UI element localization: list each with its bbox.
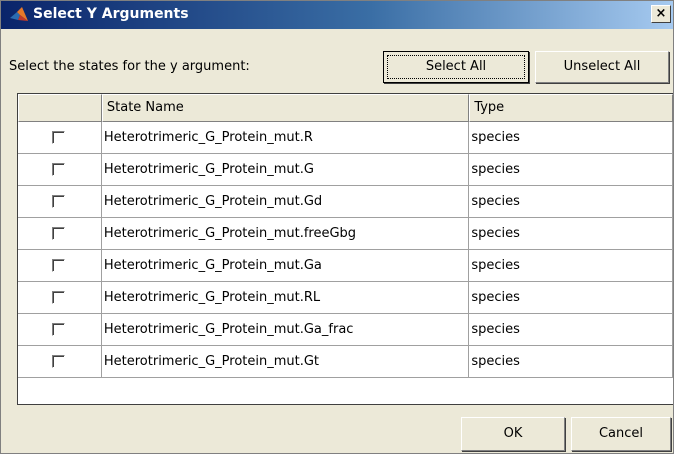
type-cell: species <box>469 154 673 186</box>
row-checkbox[interactable] <box>52 259 65 272</box>
state-name-cell: Heterotrimeric_G_Protein_mut.Ga <box>101 250 470 282</box>
row-checkbox[interactable] <box>52 355 65 368</box>
close-icon[interactable]: × <box>651 5 671 23</box>
table-row[interactable]: Heterotrimeric_G_Protein_mut.Ga_frac spe… <box>18 314 673 346</box>
table-header: State Name Type <box>18 94 673 122</box>
prompt-label: Select the states for the y argument: <box>9 59 250 74</box>
type-cell: species <box>469 218 673 250</box>
state-name-cell: Heterotrimeric_G_Protein_mut.freeGbg <box>101 218 470 250</box>
dialog-window: Select Y Arguments × Select the states f… <box>0 0 674 454</box>
cancel-button[interactable]: Cancel <box>571 417 671 451</box>
type-cell: species <box>469 314 673 346</box>
table-row[interactable]: Heterotrimeric_G_Protein_mut.RL species <box>18 282 673 314</box>
row-checkbox[interactable] <box>52 323 65 336</box>
title-bar[interactable]: Select Y Arguments × <box>1 1 673 29</box>
column-header-type[interactable]: Type <box>469 94 673 122</box>
state-name-cell: Heterotrimeric_G_Protein_mut.Gt <box>101 346 470 378</box>
table-row[interactable]: Heterotrimeric_G_Protein_mut.R species <box>18 122 673 154</box>
select-all-button[interactable]: Select All <box>383 51 529 83</box>
state-name-cell: Heterotrimeric_G_Protein_mut.R <box>101 122 470 154</box>
row-checkbox[interactable] <box>52 131 65 144</box>
state-name-cell: Heterotrimeric_G_Protein_mut.RL <box>101 282 470 314</box>
type-cell: species <box>469 346 673 378</box>
column-header-select <box>18 94 102 122</box>
table-row[interactable]: Heterotrimeric_G_Protein_mut.Gt species <box>18 346 673 378</box>
states-table: State Name Type Heterotrimeric_G_Protein… <box>17 93 673 405</box>
type-cell: species <box>469 186 673 218</box>
row-checkbox[interactable] <box>52 227 65 240</box>
table-row[interactable]: Heterotrimeric_G_Protein_mut.Ga species <box>18 250 673 282</box>
table-row[interactable]: Heterotrimeric_G_Protein_mut.Gd species <box>18 186 673 218</box>
table-row[interactable]: Heterotrimeric_G_Protein_mut.G species <box>18 154 673 186</box>
type-cell: species <box>469 250 673 282</box>
type-cell: species <box>469 122 673 154</box>
column-header-state-name[interactable]: State Name <box>101 94 470 122</box>
state-name-cell: Heterotrimeric_G_Protein_mut.Ga_frac <box>101 314 470 346</box>
type-cell: species <box>469 282 673 314</box>
ok-button[interactable]: OK <box>461 417 565 451</box>
row-checkbox[interactable] <box>52 291 65 304</box>
row-checkbox[interactable] <box>52 163 65 176</box>
matlab-icon <box>10 7 28 21</box>
state-name-cell: Heterotrimeric_G_Protein_mut.G <box>101 154 470 186</box>
state-name-cell: Heterotrimeric_G_Protein_mut.Gd <box>101 186 470 218</box>
unselect-all-button[interactable]: Unselect All <box>535 51 669 83</box>
window-title: Select Y Arguments <box>33 6 189 22</box>
table-row[interactable]: Heterotrimeric_G_Protein_mut.freeGbg spe… <box>18 218 673 250</box>
row-checkbox[interactable] <box>52 195 65 208</box>
